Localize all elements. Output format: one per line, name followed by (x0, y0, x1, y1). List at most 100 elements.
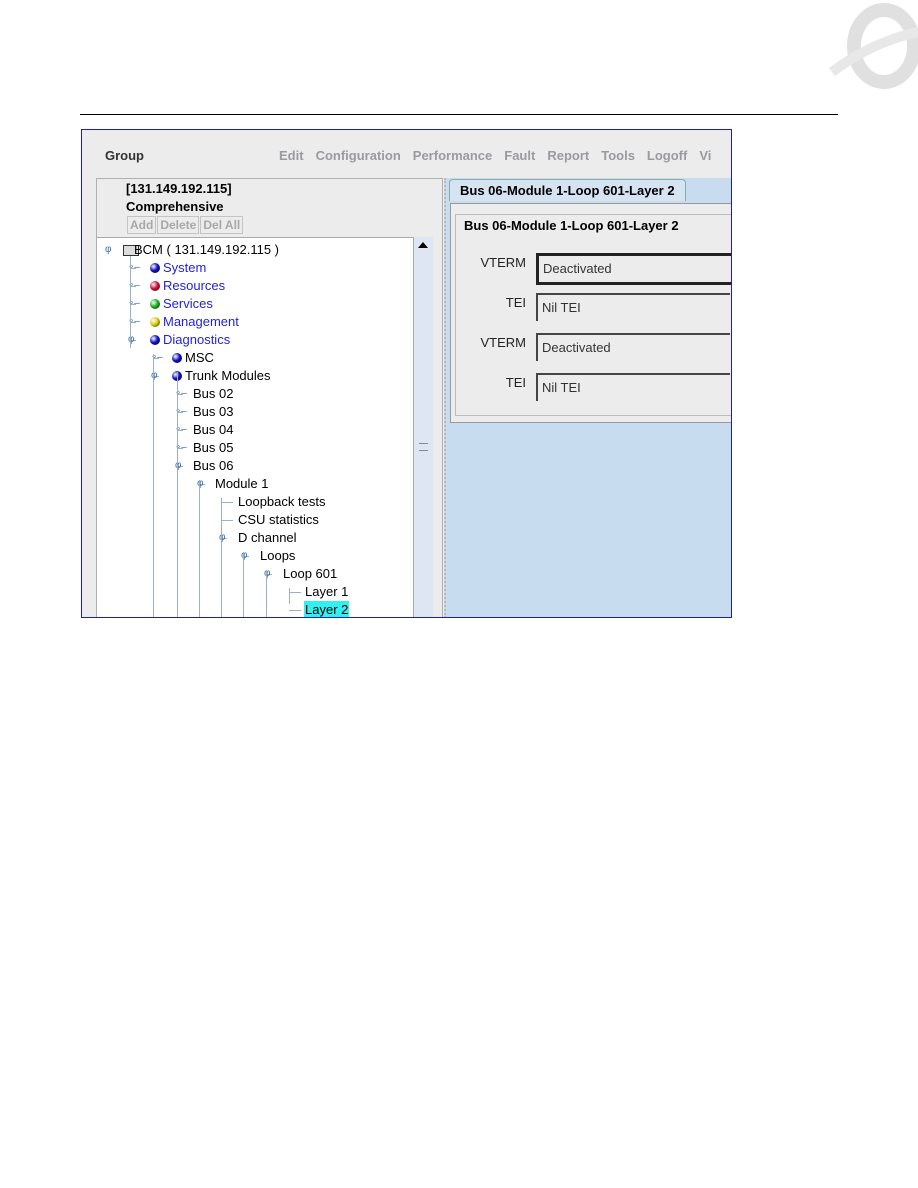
tree-item-label: Resources (163, 278, 226, 293)
tree-item[interactable]: φ Loop 601 (97, 565, 407, 583)
expanded-handle-icon[interactable]: φ (175, 457, 181, 475)
tree-item-label: Layer 1 (305, 584, 349, 599)
tree-item[interactable]: ∘– Bus 02 (97, 385, 407, 403)
tree-guide-line (153, 354, 154, 617)
tree-item-label: Loopback tests (238, 494, 326, 509)
tree-guide-line (243, 552, 244, 617)
expanded-handle-icon[interactable]: φ (105, 241, 111, 259)
expanded-handle-icon[interactable]: φ (264, 565, 270, 583)
tree-item-label: BCM ( 131.149.192.115 ) (134, 242, 280, 257)
tree-item[interactable]: Layer 2 (97, 601, 407, 617)
tree-item-label: Bus 02 (193, 386, 234, 401)
tree-guide-line (266, 570, 267, 617)
tree-guide-line (221, 498, 222, 617)
field-label-vterm: VTERM (480, 335, 527, 350)
vterm-field[interactable]: Deactivated (536, 253, 731, 285)
navigation-tree: φ BCM ( 131.149.192.115 ) ∘– System ∘– Resour… (97, 237, 413, 617)
expanded-handle-icon[interactable]: φ (241, 547, 247, 565)
tree-item-label: Services (163, 296, 213, 311)
menu-items: Edit Configuration Performance Fault Report T… (279, 148, 723, 163)
status-dot-icon (150, 299, 160, 309)
field-label-tei: TEI (505, 295, 526, 310)
tei-field[interactable]: Nil TEI (536, 373, 730, 401)
brand-logo-icon (829, 3, 918, 89)
field-label-tei: TEI (505, 375, 526, 390)
tree-item[interactable]: ∘– Bus 03 (97, 403, 407, 421)
tree-item[interactable]: ∘– System (97, 259, 407, 277)
navigation-panel: [131.149.192.115] Comprehensive Add Dele… (96, 178, 443, 617)
tree-item-label: Loops (260, 548, 296, 563)
tree-item[interactable]: φ Loops (97, 547, 407, 565)
layer-2-fieldset: Bus 06-Module 1-Loop 601-Layer 2 VTERM De… (455, 214, 731, 416)
tree-guide-line (289, 588, 290, 604)
tree-item-label: CSU statistics (238, 512, 319, 527)
tree-item[interactable]: ∘– Resources (97, 277, 407, 295)
tree-item-label: System (163, 260, 207, 275)
tree-item[interactable]: CSU statistics (97, 511, 407, 529)
tree-item-label: Bus 06 (193, 458, 234, 473)
status-dot-icon (150, 317, 160, 327)
menu-edit[interactable]: Edit (279, 148, 304, 163)
tab-layer-2[interactable]: Bus 06-Module 1-Loop 601-Layer 2 (449, 179, 686, 201)
tree-item[interactable]: Loopback tests (97, 493, 407, 511)
status-dot-icon (150, 263, 160, 273)
tree-item-label: Trunk Modules (185, 368, 271, 383)
tree-scrollbar[interactable] (413, 237, 433, 617)
tree-item[interactable]: ∘– Services (97, 295, 407, 313)
tree-connector (289, 610, 301, 611)
tree-item[interactable]: ∘– Bus 04 (97, 421, 407, 439)
delete-button[interactable]: Delete (157, 216, 200, 234)
tree-item[interactable]: ∘– MSC (97, 349, 407, 367)
fieldset-legend: Bus 06-Module 1-Loop 601-Layer 2 (464, 218, 682, 233)
tree-item-label: Bus 03 (193, 404, 234, 419)
field-label-vterm: VTERM (480, 255, 527, 270)
menu-tools[interactable]: Tools (601, 148, 635, 163)
menu-vi[interactable]: Vi (699, 148, 711, 163)
access-mode: Comprehensive (126, 199, 224, 214)
del-all-button[interactable]: Del All (200, 216, 244, 234)
app-screenshot: Group Edit Configuration Performance Fault R… (81, 129, 732, 618)
tree-item[interactable]: ∘– Management (97, 313, 407, 331)
menu-bar: Group Edit Configuration Performance Fault R… (82, 130, 731, 178)
tree-connector (221, 520, 233, 521)
group-menu[interactable]: Group (105, 148, 144, 163)
menu-performance[interactable]: Performance (413, 148, 492, 163)
menu-report[interactable]: Report (547, 148, 589, 163)
tree-connector (289, 592, 301, 593)
tree-item[interactable]: φ Bus 06 (97, 457, 407, 475)
tree-guide-line (177, 372, 178, 617)
vterm-field[interactable]: Deactivated (536, 333, 730, 361)
tree-item-label: Management (163, 314, 239, 329)
tree-item[interactable]: ∘– Bus 05 (97, 439, 407, 457)
details-panel: Bus 06-Module 1-Loop 601-Layer 2 Bus 06-… (444, 178, 731, 617)
expanded-handle-icon[interactable]: φ (128, 331, 134, 349)
scroll-thumb-grip-icon[interactable] (419, 443, 428, 451)
tree-item[interactable]: φ D channel (97, 529, 407, 547)
add-button[interactable]: Add (127, 216, 157, 234)
tree-item-label: Bus 04 (193, 422, 234, 437)
status-dot-icon (172, 353, 182, 363)
expanded-handle-icon[interactable]: φ (197, 475, 203, 493)
tei-field[interactable]: Nil TEI (536, 293, 730, 321)
tree-item-label: D channel (238, 530, 297, 545)
expanded-handle-icon[interactable]: φ (219, 529, 225, 547)
menu-fault[interactable]: Fault (504, 148, 535, 163)
tree-item[interactable]: φ Module 1 (97, 475, 407, 493)
expanded-handle-icon[interactable]: φ (151, 367, 157, 385)
tree-item[interactable]: Layer 1 (97, 583, 407, 601)
scroll-up-icon[interactable] (418, 242, 428, 248)
tree-item-label: Loop 601 (283, 566, 338, 581)
tree-connector (221, 502, 233, 503)
tree-item-label: Diagnostics (163, 332, 231, 347)
document-page: Group Edit Configuration Performance Fault R… (0, 0, 918, 1188)
layer-2-panel: Bus 06-Module 1-Loop 601-Layer 2 VTERM De… (450, 203, 731, 423)
tree-item-label: Layer 2 (304, 601, 350, 617)
header-rule (80, 114, 838, 115)
menu-logoff[interactable]: Logoff (647, 148, 687, 163)
tree-item[interactable]: φ BCM ( 131.149.192.115 ) (97, 241, 407, 259)
tree-item[interactable]: φ Diagnostics (97, 331, 407, 349)
tree-guide-line (130, 256, 131, 348)
tree-item[interactable]: φ Trunk Modules (97, 367, 407, 385)
menu-configuration[interactable]: Configuration (316, 148, 401, 163)
tree-guide-line (199, 480, 200, 617)
